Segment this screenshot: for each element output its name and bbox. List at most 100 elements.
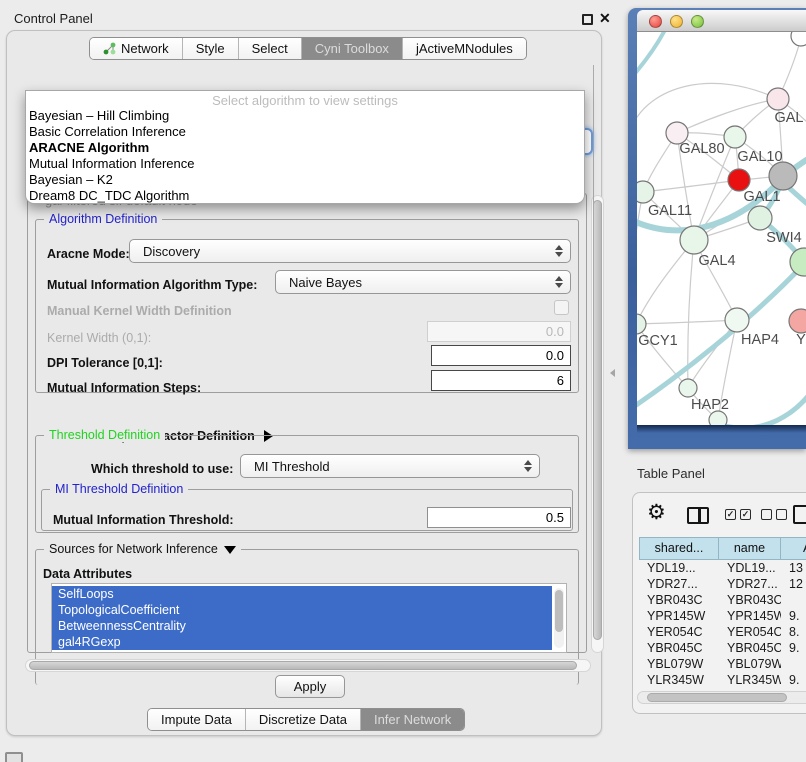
tab-cyni-toolbox[interactable]: Cyni Toolbox <box>302 38 403 59</box>
column-header[interactable]: name <box>719 537 781 560</box>
data-attributes-list[interactable]: SelfLoopsTopologicalCoefficientBetweenne… <box>51 583 567 653</box>
network-icon <box>103 42 116 55</box>
document-icon[interactable] <box>793 505 806 524</box>
checked-checkbox-icon[interactable]: ✓ <box>740 509 751 520</box>
table-row[interactable]: YBR045CYBR045C9. <box>639 640 806 656</box>
algorithm-option[interactable]: Bayesian – K2 <box>26 172 584 188</box>
tab-network[interactable]: Network <box>90 38 183 59</box>
network-node-hap2[interactable] <box>679 379 697 397</box>
split-pane-collapse-icon[interactable] <box>610 369 615 377</box>
settings-vertical-scrollbar[interactable] <box>591 195 604 653</box>
kernel-width-field[interactable]: 0.0 <box>427 321 571 342</box>
hidden-groupbox-border <box>593 65 594 213</box>
float-window-icon[interactable] <box>582 14 593 25</box>
aracne-mode-combo[interactable]: Discovery <box>129 239 571 263</box>
node-label: SWI4 <box>766 230 801 246</box>
mi-type-value: Naive Bayes <box>289 275 362 290</box>
list-scrollbar[interactable] <box>554 588 564 648</box>
table-header-row: shared...nameA <box>639 537 806 560</box>
attribute-item-selected[interactable]: BetweennessCentrality <box>52 618 552 634</box>
which-threshold-combo[interactable]: MI Threshold <box>240 454 540 478</box>
table-body: YDL19...YDL19...13YDR27...YDR27...12YBR0… <box>639 560 806 690</box>
network-node[interactable] <box>709 411 727 425</box>
data-attributes-label: Data Attributes <box>43 567 132 581</box>
settings-horizontal-scrollbar[interactable] <box>25 659 591 672</box>
dock-panel-icon[interactable] <box>5 752 23 762</box>
table-row[interactable]: YIL052CYIL052C9. <box>639 688 806 690</box>
unchecked-checkbox-icon[interactable] <box>776 509 787 520</box>
node-table: shared...nameA YDL19...YDL19...13YDR27..… <box>639 537 806 690</box>
network-edge <box>637 320 737 324</box>
algorithm-option[interactable]: Bayesian – Hill Climbing <box>26 108 584 124</box>
tab-select[interactable]: Select <box>239 38 302 59</box>
network-edge-highlighted <box>725 384 806 425</box>
screen: Control Panel ✕ NetworkStyleSelectCyni T… <box>0 0 806 762</box>
table-panel-title: Table Panel <box>637 466 705 481</box>
algorithm-option[interactable]: Basic Correlation Inference <box>26 124 584 140</box>
control-panel-title: Control Panel <box>14 11 93 26</box>
algorithm-option[interactable]: ARACNE Algorithm <box>26 140 584 156</box>
split-view-icon[interactable] <box>687 507 709 524</box>
network-node-gal10[interactable] <box>724 126 746 148</box>
network-node-gal1[interactable] <box>728 169 750 191</box>
combo-stepper-icon <box>555 245 563 257</box>
tab-style[interactable]: Style <box>183 38 239 59</box>
attribute-item-selected[interactable]: SelfLoops <box>52 586 552 602</box>
node-label: GAL <box>774 110 803 126</box>
mi-threshold-group-title: MI Threshold Definition <box>50 482 188 496</box>
mi-threshold-label: Mutual Information Threshold: <box>53 513 234 527</box>
network-node-gal[interactable] <box>767 88 789 110</box>
top-tab-bar: NetworkStyleSelectCyni ToolboxjActiveMNo… <box>89 37 527 60</box>
window-frame-shadow <box>637 425 806 433</box>
mi-type-combo[interactable]: Naive Bayes <box>275 270 571 294</box>
table-row[interactable]: YLR345WYLR345W9. <box>639 672 806 688</box>
close-traffic-light-icon[interactable] <box>649 15 662 28</box>
mi-threshold-field[interactable]: 0.5 <box>427 507 571 528</box>
table-row[interactable]: YDL19...YDL19...13 <box>639 560 806 576</box>
network-node-gal4[interactable] <box>680 226 708 254</box>
algorithm-list: Bayesian – Hill ClimbingBasic Correlatio… <box>26 108 584 204</box>
aracne-mode-label: Aracne Mode: <box>47 247 130 261</box>
table-horizontal-scrollbar[interactable] <box>637 691 806 704</box>
column-header[interactable]: shared... <box>639 537 719 560</box>
apply-button[interactable]: Apply <box>275 675 345 698</box>
sources-group-title: Sources for Network Inference <box>44 542 241 556</box>
unchecked-checkbox-icon[interactable] <box>761 509 772 520</box>
column-header[interactable]: A <box>781 537 806 560</box>
checked-checkbox-icon[interactable]: ✓ <box>725 509 736 520</box>
network-edge-highlighted <box>637 32 667 78</box>
close-icon[interactable]: ✕ <box>599 10 611 27</box>
tab-infer-network[interactable]: Infer Network <box>361 709 464 730</box>
algorithm-option[interactable]: Dream8 DC_TDC Algorithm <box>26 188 584 204</box>
algorithm-option[interactable]: Mutual Information Inference <box>26 156 584 172</box>
network-node-swi4[interactable] <box>748 206 772 230</box>
tab-discretize-data[interactable]: Discretize Data <box>246 709 361 730</box>
attribute-item-selected[interactable]: TopologicalCoefficient <box>52 602 552 618</box>
tab-jactivemnodules[interactable]: jActiveMNodules <box>403 38 526 59</box>
network-node-gal11[interactable] <box>637 181 654 203</box>
network-node-y[interactable] <box>789 309 806 333</box>
network-window-titlebar[interactable] <box>637 10 806 32</box>
network-node[interactable] <box>769 162 797 190</box>
minimize-traffic-light-icon[interactable] <box>670 15 683 28</box>
mi-steps-field[interactable]: 6 <box>431 370 571 391</box>
gear-icon[interactable]: ⚙ <box>647 503 666 523</box>
table-row[interactable]: YBL079WYBL079W <box>639 656 806 672</box>
control-panel: NetworkStyleSelectCyni ToolboxjActiveMNo… <box>6 30 602 736</box>
manual-kernel-checkbox[interactable] <box>554 300 569 315</box>
network-node[interactable] <box>791 32 806 46</box>
network-canvas[interactable]: GALGAL80GAL10GAL1GAL11SWI4GAL4GCY1HAP4YH… <box>637 32 806 425</box>
table-row[interactable]: YDR27...YDR27...12 <box>639 576 806 592</box>
network-node[interactable] <box>790 248 806 276</box>
table-row[interactable]: YBR043CYBR043C <box>639 592 806 608</box>
network-view-window: GALGAL80GAL10GAL1GAL11SWI4GAL4GCY1HAP4YH… <box>628 8 806 449</box>
network-edge <box>637 192 643 284</box>
network-node-gcy1[interactable] <box>637 314 646 334</box>
tab-impute-data[interactable]: Impute Data <box>148 709 246 730</box>
dpi-tolerance-field[interactable]: 0.0 <box>431 345 571 366</box>
table-row[interactable]: YER054CYER054C8. <box>639 624 806 640</box>
network-node-hap4[interactable] <box>725 308 749 332</box>
zoom-traffic-light-icon[interactable] <box>691 15 704 28</box>
table-row[interactable]: YPR145WYPR145W9. <box>639 608 806 624</box>
attribute-item-selected[interactable]: gal4RGexp <box>52 634 552 650</box>
